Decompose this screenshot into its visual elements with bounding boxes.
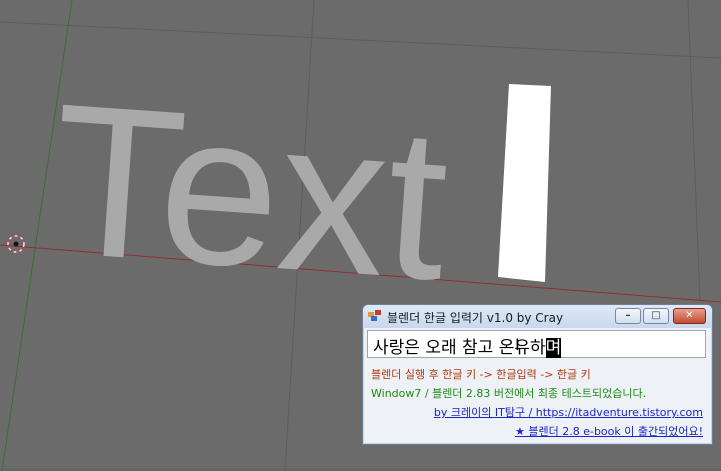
minimize-icon: –: [625, 310, 631, 321]
maximize-icon: □: [651, 310, 661, 321]
text-cursor-block: [498, 84, 551, 282]
app-icon: [368, 310, 381, 321]
input-value: 사랑은 오래 참고 온유하며: [373, 333, 562, 358]
maximize-button[interactable]: □: [643, 308, 669, 324]
window-title: 블렌더 한글 입력기 v1.0 by Cray: [387, 311, 564, 325]
close-button[interactable]: ✕: [673, 308, 706, 324]
tested-version-text: Window7 / 블렌더 2.83 버전에서 최종 테스트되었습니다.: [371, 387, 647, 400]
instruction-text: 블렌더 실행 후 한글 키 -> 한글입력 -> 한글 키: [371, 368, 591, 381]
close-icon: ✕: [685, 310, 694, 321]
origin-cursor-icon[interactable]: [7, 235, 25, 253]
text-object[interactable]: Text: [45, 57, 455, 325]
input-committed-text: 사랑은 오래 참고 온유하: [373, 338, 546, 358]
ebook-link[interactable]: ★ 블렌더 2.8 e-book 이 출간되었어요!: [515, 423, 703, 439]
ibeam-cursor-icon: I: [515, 335, 520, 354]
korean-text-input[interactable]: 사랑은 오래 참고 온유하며 I: [367, 330, 706, 358]
title-bar[interactable]: 블렌더 한글 입력기 v1.0 by Cray – □ ✕: [363, 305, 712, 328]
composing-character: 며: [545, 338, 562, 358]
korean-input-window[interactable]: 블렌더 한글 입력기 v1.0 by Cray – □ ✕ 사랑은 오래 참고 …: [362, 304, 713, 445]
minimize-button[interactable]: –: [615, 308, 641, 324]
blog-link[interactable]: by 크레이의 IT탐구 / https://itadventure.tisto…: [434, 404, 703, 420]
